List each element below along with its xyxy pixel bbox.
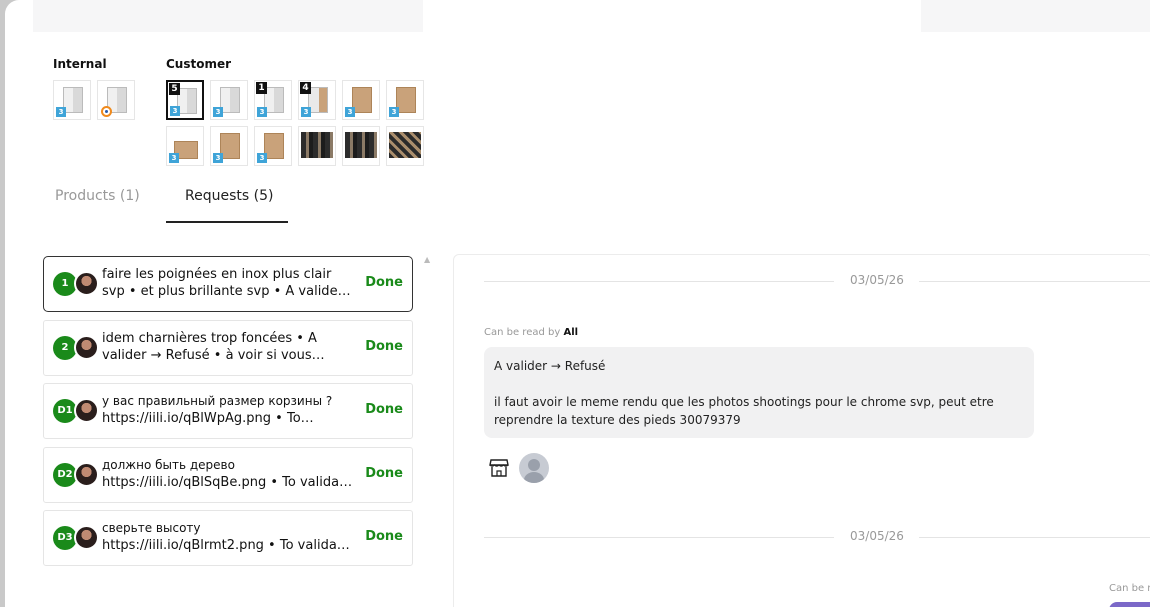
request-summary: сверьте высоту https://iili.io/qBlrmt2.pn…	[102, 520, 354, 556]
avatar	[74, 271, 99, 296]
thumbnail[interactable]: 3	[210, 126, 248, 166]
message-bubble: A valider → Refusé il faut avoir le meme…	[484, 347, 1034, 438]
photo-image	[389, 132, 421, 158]
cabinet-render	[63, 87, 83, 113]
cabinet-render	[352, 87, 372, 113]
active-tab-indicator	[166, 221, 288, 223]
message-line: il faut avoir le meme rendu que les phot…	[494, 395, 994, 427]
user-avatar[interactable]	[519, 453, 549, 483]
cabinet-render	[396, 87, 416, 113]
3d-model-icon: 3	[170, 106, 180, 116]
request-item[interactable]: D1 у вас правильный размер корзины ? https…	[43, 383, 413, 439]
avatar	[74, 525, 99, 550]
thumbnail[interactable]	[298, 126, 336, 166]
status-badge: Done	[365, 465, 403, 481]
chat-panel: 03/05/26 Can be read by All A valider → …	[453, 254, 1150, 607]
request-item[interactable]: 1 faire les poignées en inox plus clair sv…	[43, 256, 413, 312]
request-count-badge: 5	[169, 83, 180, 95]
request-line: https://iili.io/qBlWpAg.png • To…	[102, 411, 314, 426]
request-line: faire les poignées en inox plus clair	[102, 267, 332, 282]
cabinet-render	[264, 133, 284, 159]
request-line: у вас правильный размер корзины ?	[102, 394, 333, 408]
photo-image	[301, 132, 333, 158]
cabinet-render	[177, 88, 197, 114]
customer-label: Customer	[166, 57, 232, 71]
date-label: 03/05/26	[850, 273, 904, 287]
message-bubble-own	[1109, 602, 1150, 607]
request-line: должно быть дерево	[102, 457, 235, 472]
3d-model-icon: 3	[389, 107, 399, 117]
visibility-value: All	[563, 327, 579, 338]
thumbnail[interactable]: 3	[53, 80, 91, 120]
3d-model-icon: 3	[56, 107, 66, 117]
request-line: svp • et plus brillante svp • A valider …	[102, 284, 354, 299]
status-badge: Done	[365, 338, 403, 354]
3d-model-icon: 3	[169, 153, 179, 163]
blender-icon	[101, 106, 112, 117]
avatar	[74, 461, 99, 487]
store-icon	[489, 459, 509, 477]
request-line: сверьте высоту	[102, 521, 201, 535]
request-count-badge: 4	[300, 82, 311, 94]
internal-label: Internal	[53, 57, 107, 71]
request-summary: у вас правильный размер корзины ? https:/…	[102, 393, 354, 429]
request-line: valider → Refusé • à voir si vous…	[102, 347, 325, 363]
request-item[interactable]: 2 idem charnières trop foncées • Avalider…	[43, 319, 413, 376]
top-bar-center	[423, 0, 921, 32]
thumbnail[interactable]: 3	[166, 126, 204, 166]
3d-model-icon: 3	[257, 107, 267, 117]
cabinet-render	[220, 133, 240, 159]
divider	[919, 537, 1150, 538]
request-item[interactable]: D2 должно быть дерево https://iili.io/qBlS…	[43, 446, 413, 503]
divider	[484, 537, 834, 538]
date-label: 03/05/26	[850, 529, 904, 543]
thumbnail[interactable]: 31	[254, 80, 292, 120]
thumbnail[interactable]: 3	[386, 80, 424, 120]
cabinet-render	[264, 87, 284, 113]
message-line: A valider → Refusé	[494, 359, 606, 373]
visibility-prefix: Can be read by	[484, 327, 561, 338]
request-item[interactable]: D3 сверьте высоту https://iili.io/qBlrmt2.…	[43, 510, 413, 566]
divider	[484, 281, 834, 282]
thumbnail[interactable]: 3	[342, 80, 380, 120]
top-bar-right	[921, 0, 1150, 32]
tab-products[interactable]: Products (1)	[55, 188, 140, 204]
divider	[919, 281, 1150, 282]
date-separator: 03/05/26	[484, 529, 1150, 545]
request-panel: Internal Customer 3353313433333 Products…	[5, 0, 1150, 607]
request-count-badge: 1	[256, 82, 267, 94]
thumbnail[interactable]	[386, 126, 424, 166]
thumbnail[interactable]: 3	[210, 80, 248, 120]
3d-model-icon: 3	[301, 107, 311, 117]
request-summary: должно быть дерево https://iili.io/qBlSqB…	[102, 457, 354, 493]
scroll-up-arrow-icon[interactable]: ▲	[424, 255, 430, 264]
status-badge: Done	[365, 529, 403, 544]
thumbnail[interactable]	[342, 126, 380, 166]
tab-requests[interactable]: Requests (5)	[185, 188, 273, 204]
avatar	[74, 398, 99, 423]
request-summary: idem charnières trop foncées • Avalider …	[102, 330, 354, 366]
avatar	[74, 334, 99, 360]
thumbnail[interactable]: 35	[166, 80, 204, 120]
request-line: https://iili.io/qBlrmt2.png • To validat…	[102, 538, 354, 553]
top-bar-left	[33, 0, 423, 32]
status-badge: Done	[365, 402, 403, 417]
3d-model-icon: 3	[257, 153, 267, 163]
3d-model-icon: 3	[213, 107, 223, 117]
photo-image	[345, 132, 377, 158]
visibility-label: Can be read by All	[484, 327, 578, 338]
cabinet-render	[308, 87, 328, 113]
request-summary: faire les poignées en inox plus clair svp…	[102, 266, 354, 302]
cabinet-render	[220, 87, 240, 113]
thumbnail[interactable]: 34	[298, 80, 336, 120]
thumbnail[interactable]: 3	[254, 126, 292, 166]
3d-model-icon: 3	[345, 107, 355, 117]
status-badge: Done	[365, 275, 403, 290]
visibility-label: Can be r	[1109, 583, 1150, 594]
request-line: idem charnières trop foncées • A	[102, 330, 317, 346]
request-line: https://iili.io/qBlSqBe.png • To validat…	[102, 474, 354, 490]
thumbnail[interactable]	[97, 80, 135, 120]
3d-model-icon: 3	[213, 153, 223, 163]
date-separator: 03/05/26	[484, 273, 1150, 289]
